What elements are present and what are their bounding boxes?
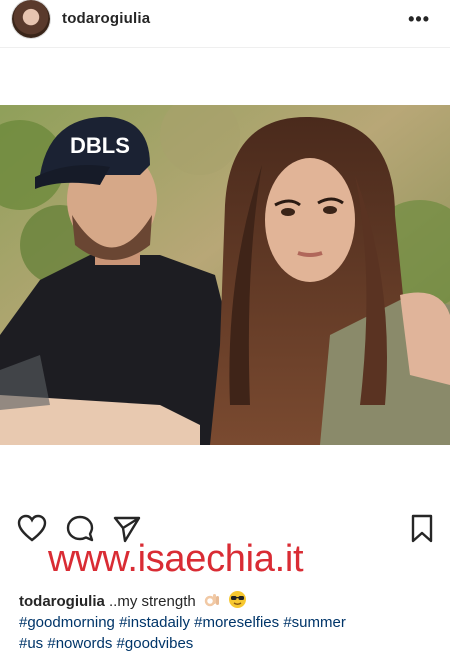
more-options-icon[interactable]: ••• — [408, 9, 430, 30]
bookmark-icon[interactable] — [410, 514, 434, 544]
caption-first-line: todarogiulia ..my strength — [19, 590, 439, 612]
cap-text: DBLS — [70, 133, 130, 158]
heart-icon[interactable] — [17, 514, 47, 542]
caption: todarogiulia ..my strength #goodmorning … — [19, 590, 439, 654]
avatar[interactable] — [12, 0, 50, 38]
sunglasses-emoji-icon — [229, 591, 247, 608]
photo-illustration: DBLS — [0, 105, 450, 445]
ok-hand-emoji-icon — [204, 594, 219, 607]
hashtags-line-1[interactable]: #goodmorning #instadaily #moreselfies #s… — [19, 612, 439, 633]
header-username[interactable]: todarogiulia — [62, 10, 150, 27]
hashtags-line-2[interactable]: #us #nowords #goodvibes — [19, 633, 439, 654]
post-header: todarogiulia ••• — [0, 0, 450, 48]
caption-text: ..my strength — [109, 593, 196, 610]
watermark-text: www.isaechia.it — [48, 538, 304, 580]
caption-username[interactable]: todarogiulia — [19, 593, 105, 610]
post-photo[interactable]: DBLS — [0, 105, 450, 445]
